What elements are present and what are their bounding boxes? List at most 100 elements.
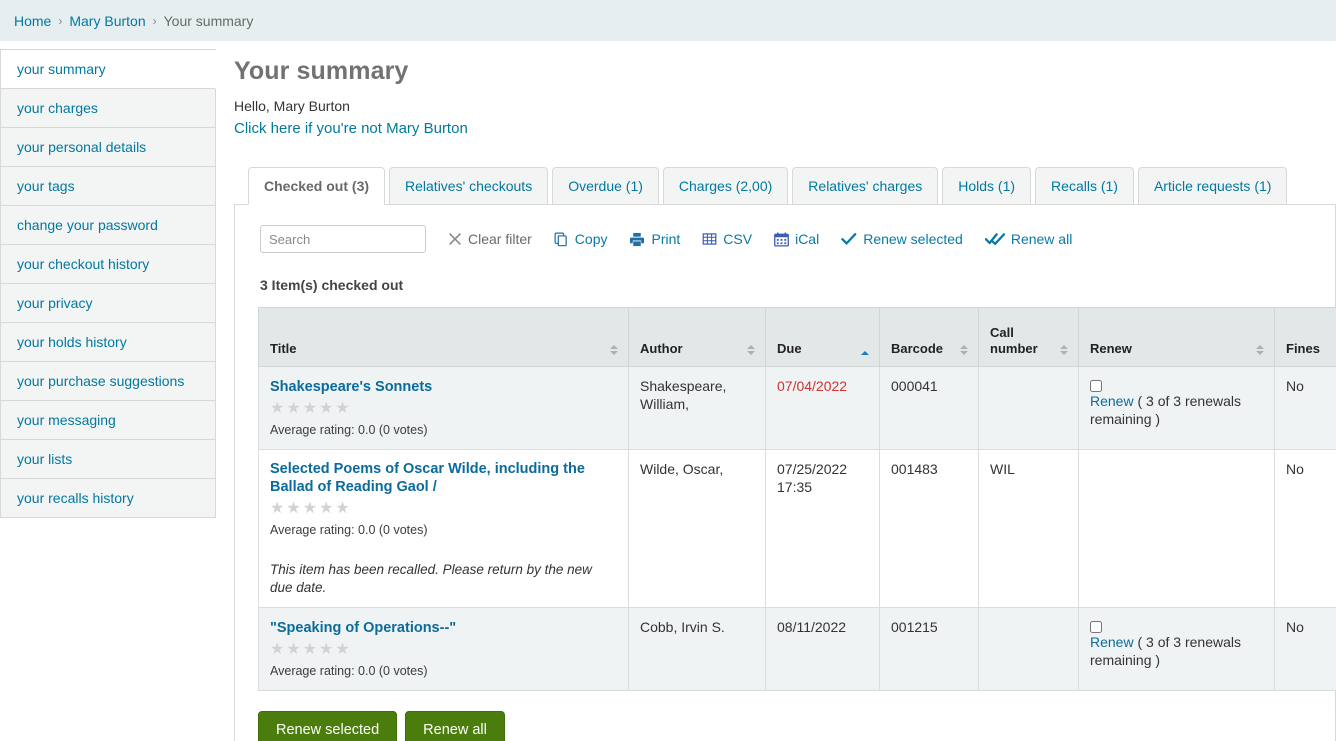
- title-link[interactable]: Shakespeare's Sonnets: [270, 378, 432, 396]
- barcode-text: 001215: [891, 619, 938, 635]
- title-link[interactable]: "Speaking of Operations--": [270, 619, 456, 637]
- sidebar-item-your-personal-details[interactable]: your personal details: [0, 128, 216, 167]
- tab-overdue-1[interactable]: Overdue (1): [552, 167, 659, 205]
- copy-icon: [554, 232, 569, 247]
- csv-button[interactable]: CSV: [702, 231, 752, 247]
- renew-checkbox[interactable]: [1090, 380, 1102, 392]
- cell-author: Wilde, Oscar,: [629, 450, 766, 608]
- tab-label: Holds (1): [958, 178, 1015, 194]
- opac-your-summary-page: Home › Mary Burton › Your summary your s…: [0, 0, 1336, 741]
- tab-label: Relatives' checkouts: [405, 178, 532, 194]
- cell-barcode: 001215: [880, 608, 979, 691]
- sidebar-item-your-purchase-suggestions[interactable]: your purchase suggestions: [0, 362, 216, 401]
- renew-checkbox[interactable]: [1090, 621, 1102, 633]
- sidebar-item-label: your lists: [17, 451, 72, 467]
- breadcrumb-separator-icon: ›: [58, 14, 62, 28]
- sidebar-item-label: your messaging: [17, 412, 116, 428]
- print-button[interactable]: Print: [629, 231, 680, 247]
- cell-fines: No: [1275, 608, 1336, 691]
- cell-renew: [1079, 450, 1275, 608]
- renew-link[interactable]: Renew: [1090, 393, 1134, 409]
- column-header-due[interactable]: Due: [766, 308, 880, 367]
- sort-arrows-icon: [960, 345, 968, 355]
- sidebar-item-label: your checkout history: [17, 256, 149, 272]
- recall-notice: This item has been recalled. Please retu…: [270, 561, 618, 597]
- due-date-text: 07/04/2022: [777, 378, 847, 394]
- star-rating-icon[interactable]: ★★★★★: [270, 501, 618, 517]
- call-number-text: WIL: [990, 461, 1015, 477]
- breadcrumb-patron-link[interactable]: Mary Burton: [69, 13, 145, 29]
- breadcrumb-home-link[interactable]: Home: [14, 13, 51, 29]
- column-header-barcode[interactable]: Barcode: [880, 308, 979, 367]
- sidebar-item-change-your-password[interactable]: change your password: [0, 206, 216, 245]
- sidebar-item-your-recalls-history[interactable]: your recalls history: [0, 479, 216, 518]
- title-link[interactable]: Selected Poems of Oscar Wilde, including…: [270, 460, 618, 496]
- tab-charges-2-00[interactable]: Charges (2,00): [663, 167, 788, 205]
- renew-selected-toolbar-button[interactable]: Renew selected: [841, 231, 963, 247]
- due-date-text: 08/11/2022: [777, 619, 846, 635]
- star-rating-icon[interactable]: ★★★★★: [270, 642, 618, 658]
- column-header-label: Title: [270, 341, 297, 357]
- clear-filter-button[interactable]: Clear filter: [448, 231, 532, 247]
- fines-text: No: [1286, 461, 1304, 477]
- ical-button[interactable]: iCal: [774, 231, 819, 247]
- double-check-icon: [985, 232, 1005, 246]
- table-row: Shakespeare's Sonnets★★★★★Average rating…: [259, 367, 1336, 450]
- cell-call-number: [979, 367, 1079, 450]
- tab-bar: Checked out (3) Relatives' checkouts Overd…: [234, 166, 1336, 205]
- column-header-fines[interactable]: Fines: [1275, 308, 1336, 367]
- tab-label: Recalls (1): [1051, 178, 1118, 194]
- cell-fines: No: [1275, 450, 1336, 608]
- checkouts-table: TitleAuthorDueBarcodeCall numberRenewFin…: [258, 307, 1336, 691]
- close-icon: [448, 232, 462, 246]
- sidebar-item-your-holds-history[interactable]: your holds history: [0, 323, 216, 362]
- star-rating-icon[interactable]: ★★★★★: [270, 401, 618, 417]
- renew-selected-button[interactable]: Renew selected: [258, 711, 397, 741]
- column-header-title[interactable]: Title: [259, 308, 629, 367]
- renew-link[interactable]: Renew: [1090, 634, 1134, 650]
- sidebar-item-label: change your password: [17, 217, 158, 233]
- renew-all-button[interactable]: Renew all: [405, 711, 505, 741]
- csv-label: CSV: [723, 231, 752, 247]
- copy-button[interactable]: Copy: [554, 231, 608, 247]
- column-header-call-number[interactable]: Call number: [979, 308, 1079, 367]
- tab-label: Overdue (1): [568, 178, 643, 194]
- tabs-container: Checked out (3) Relatives' checkouts Overd…: [234, 166, 1336, 741]
- tab-checked-out-3[interactable]: Checked out (3): [248, 167, 385, 205]
- sidebar-item-label: your charges: [17, 100, 98, 116]
- average-rating-text: Average rating: 0.0 (0 votes): [270, 662, 618, 680]
- tab-relatives-charges[interactable]: Relatives' charges: [792, 167, 938, 205]
- renew-selected-toolbar-label: Renew selected: [863, 231, 963, 247]
- sidebar-item-your-charges[interactable]: your charges: [0, 89, 216, 128]
- datatable-toolbar: Clear filter Copy: [235, 223, 1335, 255]
- sidebar-item-your-lists[interactable]: your lists: [0, 440, 216, 479]
- tab-recalls-1[interactable]: Recalls (1): [1035, 167, 1134, 205]
- sidebar-item-your-privacy[interactable]: your privacy: [0, 284, 216, 323]
- sidebar-item-label: your recalls history: [17, 490, 134, 506]
- barcode-text: 000041: [891, 378, 938, 394]
- author-text: Wilde, Oscar,: [640, 461, 723, 477]
- search-input[interactable]: [260, 225, 426, 253]
- breadcrumb-separator-icon-2: ›: [153, 14, 157, 28]
- sidebar-item-your-tags[interactable]: your tags: [0, 167, 216, 206]
- cell-title: "Speaking of Operations--" ★★★★★ Average r…: [259, 608, 629, 691]
- tab-holds-1[interactable]: Holds (1): [942, 167, 1031, 205]
- column-header-author[interactable]: Author: [629, 308, 766, 367]
- column-header-label: Call number: [990, 325, 1054, 357]
- tab-article-requests-1[interactable]: Article requests (1): [1138, 167, 1287, 205]
- sidebar-item-your-messaging[interactable]: your messaging: [0, 401, 216, 440]
- cell-call-number: WIL: [979, 450, 1079, 608]
- column-header-label: Barcode: [891, 341, 943, 357]
- sidebar-item-your-summary[interactable]: your summary: [0, 50, 216, 89]
- column-header-renew[interactable]: Renew: [1079, 308, 1275, 367]
- check-icon: [841, 232, 857, 246]
- column-header-label: Due: [777, 341, 802, 357]
- tab-relatives-checkouts[interactable]: Relatives' checkouts: [389, 167, 548, 205]
- tab-label: Charges (2,00): [679, 178, 772, 194]
- not-you-link[interactable]: Click here if you're not Mary Burton: [234, 120, 468, 137]
- sidebar-item-your-checkout-history[interactable]: your checkout history: [0, 245, 216, 284]
- renew-all-toolbar-button[interactable]: Renew all: [985, 231, 1072, 247]
- clear-filter-label: Clear filter: [468, 231, 532, 247]
- cell-due: 08/11/2022: [766, 608, 880, 691]
- table-area: TitleAuthorDueBarcodeCall numberRenewFin…: [235, 307, 1335, 691]
